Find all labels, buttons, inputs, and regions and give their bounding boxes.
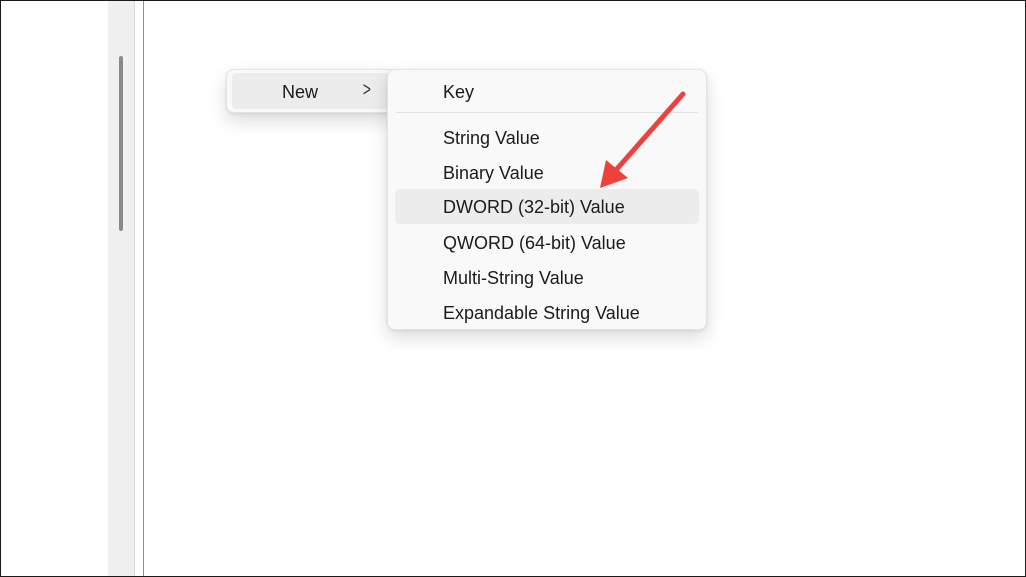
submenu-item-expandable-string-value[interactable]: Expandable String Value <box>395 295 699 330</box>
submenu-item-label: String Value <box>443 128 540 148</box>
submenu-item-qword-value[interactable]: QWORD (64-bit) Value <box>395 225 699 260</box>
submenu-item-binary-value[interactable]: Binary Value <box>395 155 699 190</box>
submenu-item-label: Multi-String Value <box>443 268 584 288</box>
submenu-item-label: Binary Value <box>443 163 544 183</box>
submenu-item-label: Expandable String Value <box>443 303 640 323</box>
menu-item-new-label: New <box>282 82 319 102</box>
chevron-right-icon: > <box>362 79 371 101</box>
menu-separator <box>396 112 698 113</box>
submenu-item-label: QWORD (64-bit) Value <box>443 233 626 253</box>
pane-splitter[interactable] <box>135 1 144 576</box>
window-frame: New > Key String Value Binary Value DWOR… <box>0 0 1026 577</box>
submenu-item-label: Key <box>443 82 475 102</box>
scrollbar-thumb[interactable] <box>119 56 123 231</box>
menu-item-new[interactable]: New > <box>232 73 390 109</box>
new-submenu: Key String Value Binary Value DWORD (32-… <box>387 69 707 330</box>
registry-tree-pane <box>108 1 135 576</box>
submenu-item-dword-value[interactable]: DWORD (32-bit) Value <box>395 189 699 224</box>
context-menu: New > <box>226 69 396 113</box>
submenu-item-string-value[interactable]: String Value <box>395 120 699 155</box>
submenu-item-key[interactable]: Key <box>395 74 699 109</box>
submenu-item-multi-string-value[interactable]: Multi-String Value <box>395 260 699 295</box>
submenu-item-label: DWORD (32-bit) Value <box>443 197 625 217</box>
